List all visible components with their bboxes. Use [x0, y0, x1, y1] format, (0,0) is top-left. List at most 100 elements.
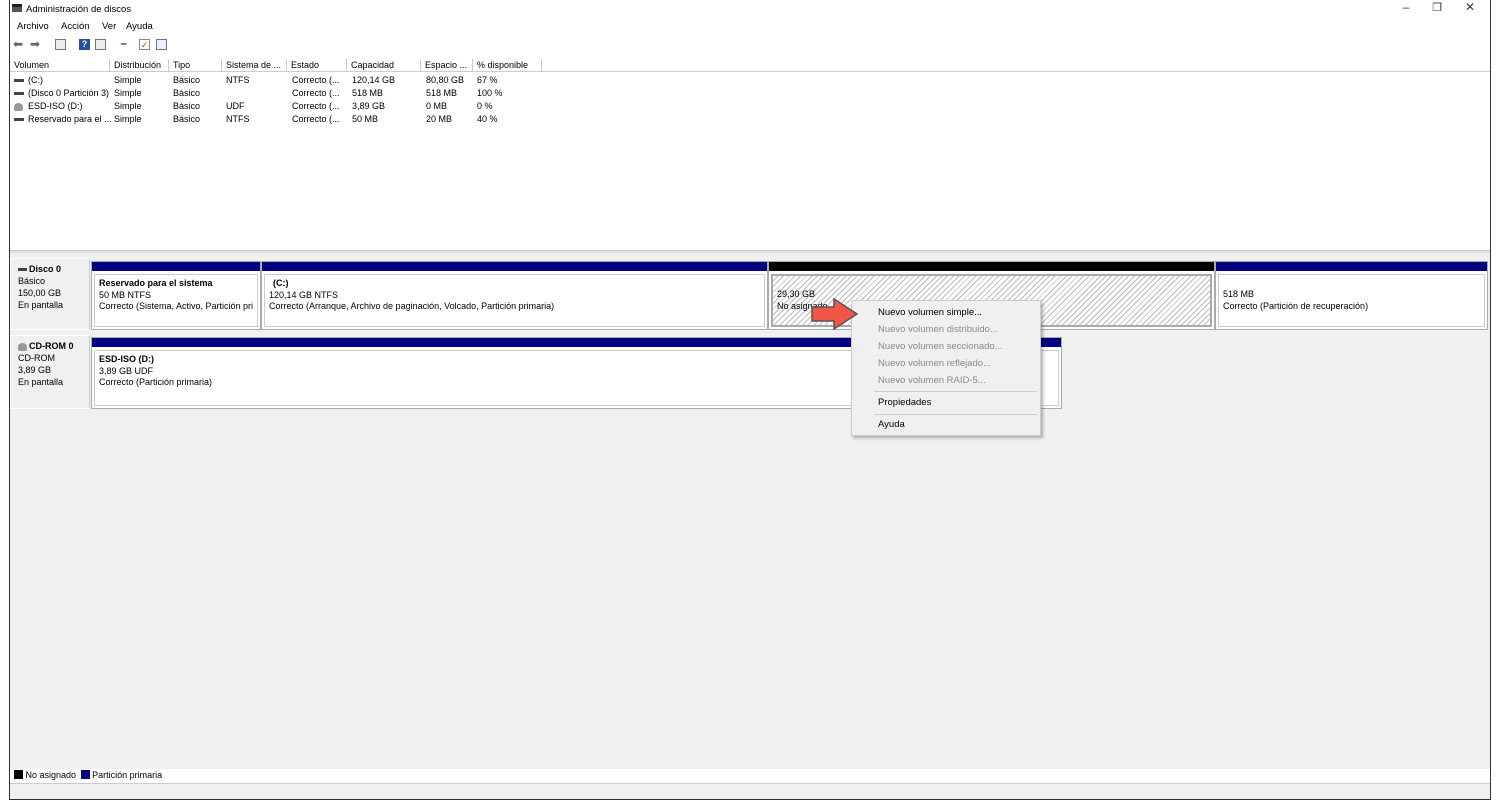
- disk-0-type: Básico: [18, 276, 46, 286]
- menu-separator: [874, 414, 1037, 415]
- cell-percent-free: 100 %: [477, 88, 503, 98]
- cell-volume: (Disco 0 Partición 3): [28, 88, 110, 98]
- disk-0-label[interactable]: Disco 0 Básico 150,00 GB En pantalla: [10, 258, 90, 330]
- cell-capacity: 3,89 GB: [352, 101, 386, 111]
- partition-body: 518 MB Correcto (Partición de recuperaci…: [1218, 274, 1485, 327]
- partition-status: Correcto (Sistema, Activo, Partición pri: [99, 301, 254, 311]
- col-distribucion[interactable]: Distribución: [110, 59, 169, 72]
- cell-free-space: 0 MB: [426, 101, 448, 111]
- cell-free-space: 518 MB: [426, 88, 458, 98]
- cdrom-0-size: 3,89 GB: [18, 365, 52, 375]
- menu-item-new-raid5-volume[interactable]: Nuevo volumen RAID-5...: [878, 375, 986, 386]
- table-row[interactable]: Reservado para el ... Simple Básico NTFS Cor…: [10, 113, 1490, 126]
- partition-name: Reservado para el sistema: [99, 278, 213, 288]
- menu-item-new-striped-volume[interactable]: Nuevo volumen seccionado...: [878, 341, 1003, 352]
- partition-bar: [92, 262, 260, 271]
- cell-type: Básico: [173, 88, 201, 98]
- disk-0-name: Disco 0: [29, 264, 62, 274]
- col-estado[interactable]: Estado: [287, 59, 347, 72]
- cell-status: Correcto (...: [292, 114, 340, 124]
- properties-icon[interactable]: [156, 39, 167, 50]
- partition-status: Correcto (Partición de recuperación): [1223, 300, 1369, 311]
- disk-graphic-pane: [10, 253, 1490, 769]
- partition-bar: [262, 262, 767, 271]
- help-icon[interactable]: ?: [79, 39, 90, 50]
- context-menu: Nuevo volumen simple... Nuevo volumen di…: [851, 300, 1041, 436]
- col-capacidad[interactable]: Capacidad: [347, 59, 421, 72]
- cell-capacity: 50 MB: [352, 114, 379, 124]
- cell-filesystem: NTFS: [226, 75, 250, 85]
- cell-layout: Simple: [114, 88, 142, 98]
- table-row[interactable]: ESD-ISO (D:) Simple Básico UDF Correcto (...…: [10, 100, 1490, 113]
- back-icon[interactable]: ⬅: [13, 38, 24, 50]
- menu-archivo[interactable]: Archivo: [17, 21, 49, 32]
- cell-status: Correcto (...: [292, 88, 340, 98]
- legend: No asignado Partición primaria: [14, 769, 162, 781]
- disk-icon: [14, 92, 24, 95]
- col-volumen[interactable]: Volumen: [10, 59, 110, 72]
- partition-bar: [769, 262, 1214, 271]
- menu-item-properties[interactable]: Propiedades: [878, 397, 931, 408]
- partition-status: Correcto (Arranque, Archivo de paginació…: [269, 301, 555, 311]
- cdrom-0-name: CD-ROM 0: [29, 341, 74, 351]
- disk-0-status: En pantalla: [18, 300, 64, 310]
- minimize-button[interactable]: –: [1398, 0, 1414, 16]
- menu-ayuda[interactable]: Ayuda: [126, 21, 153, 32]
- window-title: Administración de discos: [26, 4, 132, 15]
- menu-item-new-spanned-volume[interactable]: Nuevo volumen distribuido...: [878, 324, 998, 335]
- partition-body: Reservado para el sistema 50 MB NTFS Cor…: [94, 274, 258, 327]
- console-tree-icon[interactable]: [55, 39, 66, 50]
- table-row[interactable]: (Disco 0 Partición 3) Simple Básico Correct…: [10, 87, 1490, 100]
- cdrom-0-title: CD-ROM 0: [18, 340, 82, 352]
- forward-icon[interactable]: ➡: [30, 38, 41, 50]
- cdrom-0-type: CD-ROM: [18, 353, 55, 363]
- menu-accion[interactable]: Acción: [61, 21, 90, 32]
- close-button[interactable]: ✕: [1462, 0, 1478, 16]
- app-icon: [12, 4, 22, 12]
- cell-free-space: 80,80 GB: [426, 75, 465, 85]
- disk-icon: [14, 79, 24, 82]
- checklist-icon[interactable]: ✓: [139, 39, 150, 50]
- col-sistema[interactable]: Sistema de ...: [222, 59, 287, 72]
- cell-percent-free: 0 %: [477, 101, 493, 111]
- cell-status: Correcto (...: [292, 101, 340, 111]
- menu-item-new-simple-volume[interactable]: Nuevo volumen simple...: [878, 307, 982, 318]
- table-row[interactable]: (C:) Simple Básico NTFS Correcto (... 120,14 …: [10, 74, 1490, 87]
- connect-icon[interactable]: ━: [121, 39, 132, 50]
- legend-primary-label: Partición primaria: [92, 770, 163, 780]
- col-espacio[interactable]: Espacio ...: [421, 59, 473, 72]
- pointer-arrow-icon: [811, 297, 859, 331]
- partition-reserved[interactable]: Reservado para el sistema 50 MB NTFS Cor…: [91, 261, 261, 330]
- cell-type: Básico: [173, 101, 201, 111]
- menu-ver[interactable]: Ver: [102, 21, 116, 32]
- cdrom-0-label[interactable]: CD-ROM 0 CD-ROM 3,89 GB En pantalla: [10, 335, 90, 409]
- menu-item-new-mirrored-volume[interactable]: Nuevo volumen reflejado...: [878, 358, 991, 369]
- partition-name: (C:): [273, 278, 289, 288]
- cell-layout: Simple: [114, 101, 142, 111]
- legend-unallocated-swatch: [14, 770, 23, 779]
- restore-button[interactable]: ❐: [1429, 1, 1445, 17]
- disk-icon: [18, 268, 27, 272]
- cell-layout: Simple: [114, 114, 142, 124]
- disk-0-size: 150,00 GB: [18, 288, 62, 298]
- partition-body: (C:) 120,14 GB NTFS Correcto (Arranque, …: [264, 274, 765, 327]
- legend-primary-swatch: [80, 770, 90, 779]
- cell-volume: ESD-ISO (D:): [28, 101, 83, 111]
- col-tipo[interactable]: Tipo: [169, 59, 222, 72]
- cell-volume: Reservado para el ...: [28, 114, 112, 124]
- cell-percent-free: 67 %: [477, 75, 498, 85]
- cell-type: Básico: [173, 114, 201, 124]
- status-bar: [10, 783, 1490, 799]
- cell-filesystem: NTFS: [226, 114, 250, 124]
- cell-capacity: 518 MB: [352, 88, 384, 98]
- col-disponible[interactable]: % disponible: [473, 59, 542, 72]
- partition-bar: [1216, 262, 1487, 271]
- col-empty: [542, 59, 1490, 72]
- cell-layout: Simple: [114, 75, 142, 85]
- partition-recovery[interactable]: 518 MB Correcto (Partición de recuperaci…: [1215, 261, 1488, 330]
- show-pane-icon[interactable]: [95, 39, 106, 50]
- cdrom-0-status: En pantalla: [18, 377, 64, 387]
- cell-type: Básico: [173, 75, 201, 85]
- partition-c[interactable]: (C:) 120,14 GB NTFS Correcto (Arranque, …: [261, 261, 768, 330]
- menu-item-help[interactable]: Ayuda: [878, 419, 905, 430]
